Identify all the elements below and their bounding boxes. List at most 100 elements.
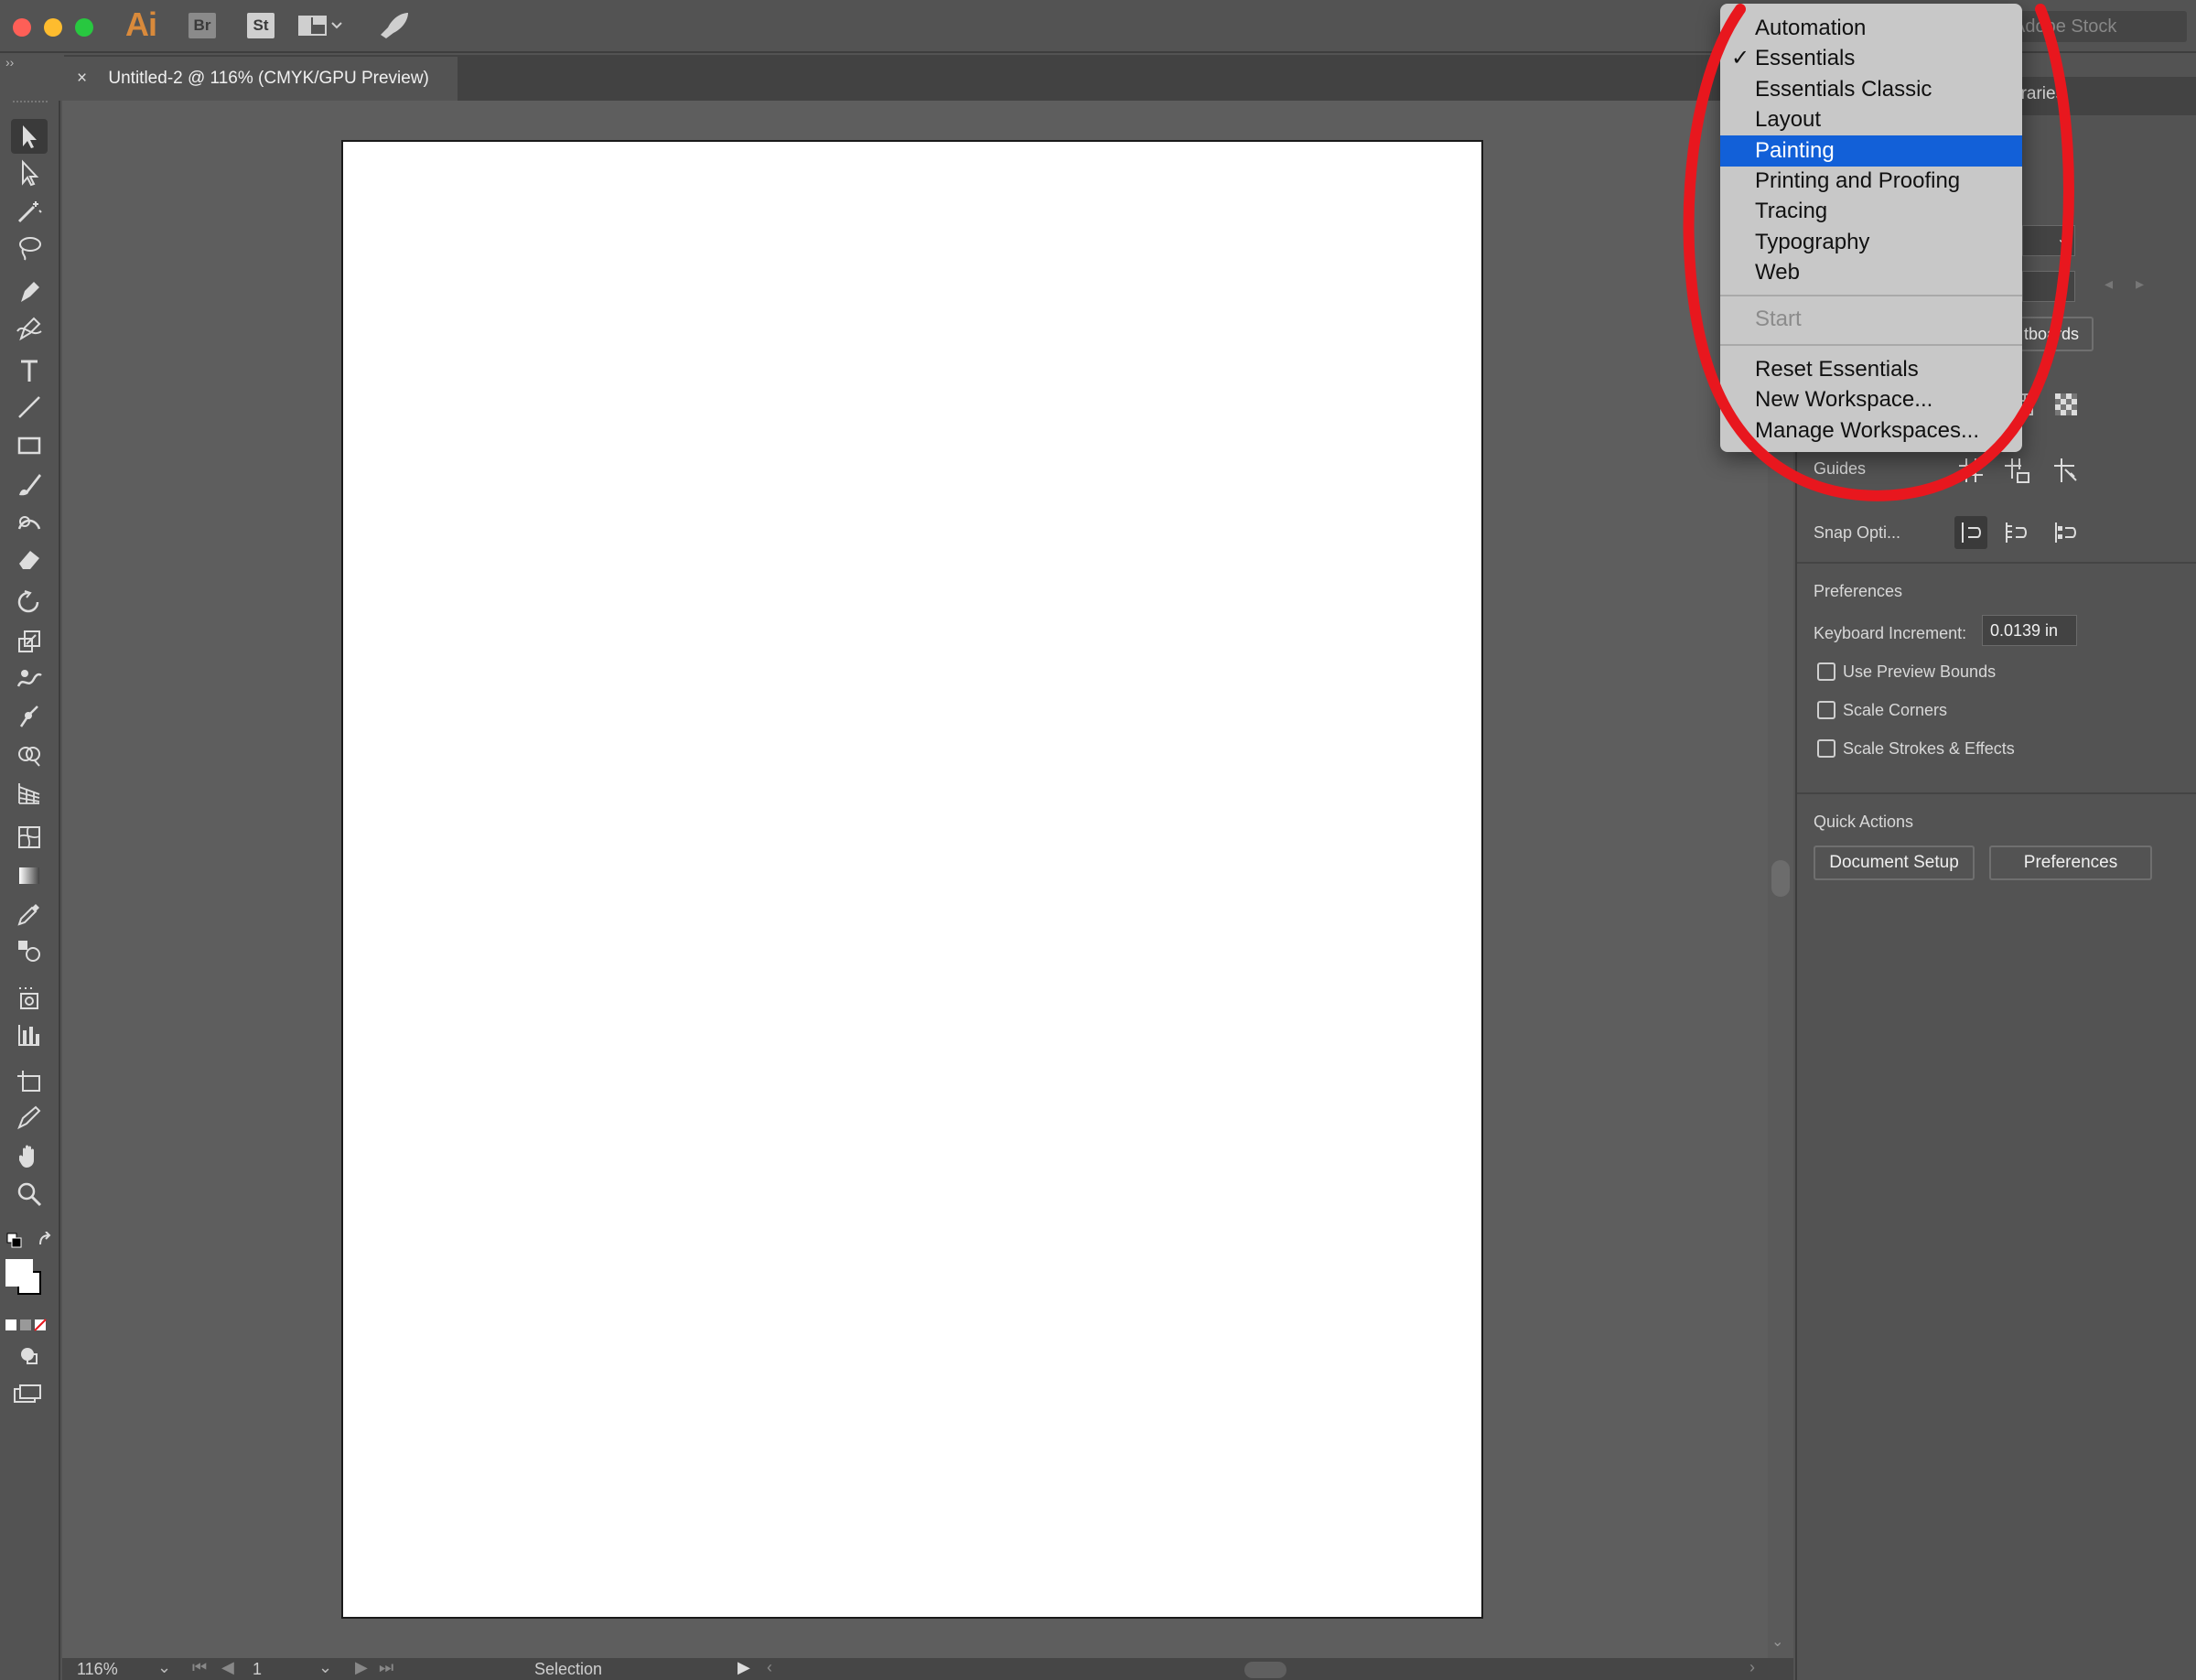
- warp-button[interactable]: [11, 662, 48, 697]
- workspace-menu-item[interactable]: Typography: [1720, 227, 2022, 258]
- workspace-menu-item[interactable]: Tracing: [1720, 196, 2022, 227]
- gradient-button[interactable]: [11, 858, 48, 893]
- workspace-menu-item[interactable]: Automation: [1720, 13, 2022, 44]
- horizontal-scroll-thumb[interactable]: [1244, 1662, 1286, 1678]
- eyedropper-button[interactable]: [11, 897, 48, 932]
- workspace-menu-item[interactable]: Web: [1720, 257, 2022, 288]
- line-segment-button[interactable]: [11, 390, 48, 425]
- workspace-menu-label: Printing and Proofing: [1755, 168, 1961, 193]
- rectangle-button[interactable]: [11, 428, 48, 463]
- scale-button[interactable]: [11, 624, 48, 659]
- perspective-grid-button[interactable]: [11, 776, 48, 811]
- workspace-menu-action[interactable]: Reset Essentials: [1720, 354, 2022, 385]
- column-graph-button[interactable]: [11, 1018, 48, 1052]
- hand-button[interactable]: [11, 1138, 48, 1173]
- artboard-dropdown-icon[interactable]: ⌄: [318, 1658, 332, 1677]
- workspace-menu-item[interactable]: Printing and Proofing: [1720, 166, 2022, 197]
- document-setup-button[interactable]: Document Setup: [1814, 845, 1975, 880]
- rotate-button[interactable]: [11, 586, 48, 620]
- use-preview-bounds-checkbox[interactable]: [1817, 662, 1835, 681]
- lock-guides-button[interactable]: [2000, 454, 2033, 487]
- artboard-icon: [17, 1071, 40, 1092]
- draw-mode-button[interactable]: [18, 1345, 49, 1377]
- vertical-scroll-thumb[interactable]: [1771, 860, 1790, 897]
- symbol-sprayer-icon: [19, 987, 38, 1009]
- direct-selection-tool-button[interactable]: [11, 156, 48, 190]
- paintbrush-button[interactable]: [11, 467, 48, 501]
- scale-corners-label: Scale Corners: [1843, 701, 1948, 719]
- screen-mode-icon: [14, 1384, 41, 1403]
- scroll-right-arrow[interactable]: ›: [1749, 1658, 1755, 1677]
- screen-mode-button[interactable]: [13, 1384, 44, 1416]
- stock-button[interactable]: St: [247, 13, 274, 38]
- minimize-window-button[interactable]: [44, 18, 62, 37]
- workspace-menu-item[interactable]: Painting: [1720, 135, 2022, 167]
- show-guides-button[interactable]: [1954, 454, 1987, 487]
- blend-button[interactable]: [11, 933, 48, 968]
- last-artboard-button[interactable]: ⏭: [379, 1658, 393, 1677]
- fill-stroke-swatch-icon: [5, 1259, 41, 1295]
- curvature-icon: [16, 317, 42, 341]
- artboard-number[interactable]: 1: [253, 1660, 262, 1679]
- magic-wand-icon: [17, 201, 42, 223]
- workspace-menu-item[interactable]: ✓ Essentials: [1720, 43, 2022, 74]
- first-artboard-button[interactable]: ⏮: [192, 1658, 207, 1677]
- eraser-button[interactable]: [11, 542, 48, 576]
- scroll-down-arrow[interactable]: ⌄: [1771, 1632, 1783, 1651]
- preferences-button[interactable]: Preferences: [1989, 845, 2152, 880]
- workspace-menu-label: Painting: [1755, 137, 1835, 163]
- snap-to-pixel-button[interactable]: [2050, 516, 2083, 549]
- magic-wand-button[interactable]: [11, 194, 48, 229]
- zoom-window-button[interactable]: [75, 18, 93, 37]
- workspace-menu-item[interactable]: Essentials Classic: [1720, 74, 2022, 105]
- lasso-button[interactable]: [11, 231, 48, 265]
- gpu-performance-button[interactable]: [377, 11, 410, 43]
- guides-icon: [1959, 458, 1983, 482]
- arrange-documents-icon: [297, 16, 342, 36]
- document-tab[interactable]: × Untitled-2 @ 116% (CMYK/GPU Preview): [64, 57, 458, 101]
- type-button[interactable]: [11, 353, 48, 388]
- next-artboard-arrow-icon[interactable]: ▸: [2136, 275, 2144, 294]
- puppet-warp-button[interactable]: [11, 699, 48, 734]
- slice-button[interactable]: [11, 1100, 48, 1135]
- symbol-sprayer-button[interactable]: [11, 981, 48, 1016]
- snap-to-grid-button[interactable]: [2000, 516, 2033, 549]
- zoom-level[interactable]: 116%: [77, 1660, 118, 1679]
- stock-search-input[interactable]: Adobe Stock: [2004, 11, 2187, 42]
- scale-strokes-checkbox[interactable]: [1817, 739, 1835, 758]
- artboard-select-dropdown[interactable]: ⌄: [2022, 271, 2075, 302]
- collapse-toolbar-button[interactable]: ››: [0, 55, 64, 70]
- selection-tool-button[interactable]: [11, 119, 48, 154]
- snap-to-pixel-icon: [2055, 522, 2076, 543]
- status-bar: 116% ⌄ ⏮ ◀ 1 ⌄ ▶ ⏭ Selection ▶ ‹ ›: [62, 1658, 1793, 1680]
- keyboard-increment-field[interactable]: 0.0139 in: [1982, 615, 2077, 646]
- close-tab-icon[interactable]: ×: [77, 69, 87, 88]
- smart-guides-button[interactable]: [2050, 454, 2083, 487]
- workspace-menu-item[interactable]: Layout: [1720, 104, 2022, 135]
- artboard-button[interactable]: [11, 1063, 48, 1098]
- transparency-grid-button[interactable]: [2050, 388, 2083, 421]
- next-artboard-button[interactable]: ▶: [355, 1658, 368, 1677]
- shaper-button[interactable]: [11, 505, 48, 540]
- status-menu-arrow[interactable]: ▶: [737, 1658, 750, 1677]
- previous-artboard-button[interactable]: ◀: [221, 1658, 234, 1677]
- zoom-button[interactable]: [11, 1177, 48, 1212]
- bridge-button[interactable]: Br: [188, 13, 216, 38]
- workspace-menu-action[interactable]: Manage Workspaces...: [1720, 415, 2022, 447]
- arrange-documents-button[interactable]: [297, 15, 344, 43]
- close-window-button[interactable]: [13, 18, 31, 37]
- document-units-dropdown[interactable]: ⌄: [2022, 225, 2075, 256]
- fill-stroke-swatch-button[interactable]: [5, 1259, 51, 1309]
- previous-artboard-arrow-icon[interactable]: ◂: [2104, 275, 2113, 294]
- artboard[interactable]: [341, 140, 1483, 1619]
- workspace-menu-action[interactable]: New Workspace...: [1720, 384, 2022, 415]
- scale-corners-checkbox[interactable]: [1817, 701, 1835, 719]
- toolbar-grip[interactable]: [13, 101, 48, 108]
- pen-button[interactable]: [11, 275, 48, 309]
- scroll-left-arrow[interactable]: ‹: [767, 1658, 772, 1677]
- mesh-button[interactable]: [11, 820, 48, 855]
- shape-builder-button[interactable]: [11, 738, 48, 772]
- zoom-dropdown-icon[interactable]: ⌄: [157, 1658, 171, 1677]
- curvature-button[interactable]: [11, 311, 48, 346]
- snap-to-point-button[interactable]: [1954, 516, 1987, 549]
